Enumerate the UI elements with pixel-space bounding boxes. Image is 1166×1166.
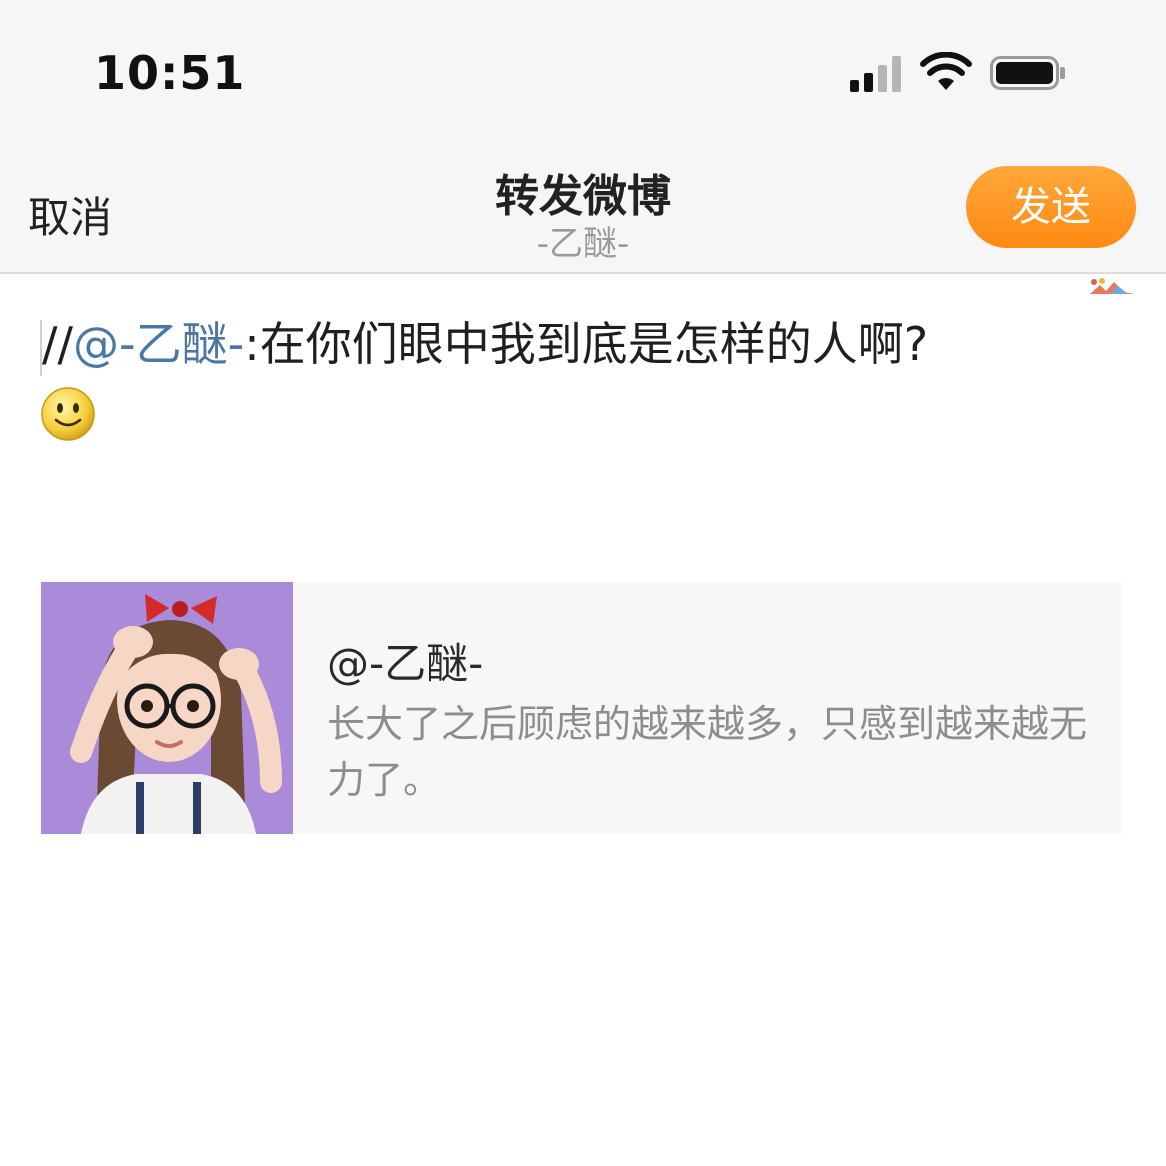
signal-icon	[850, 56, 906, 92]
quoted-post-card[interactable]: @-乙醚- 长大了之后顾虑的越来越多，只感到越来越无力了。	[41, 582, 1121, 834]
compose-prefix: //	[42, 317, 73, 371]
sticker-icon	[1090, 278, 1134, 294]
top-bar: 10:51 取消 转发微博 -乙醚- 发送	[0, 0, 1166, 274]
status-time: 10:51	[94, 46, 246, 100]
quoted-post-text: 长大了之后顾虑的越来越多，只感到越来越无力了。	[327, 702, 1088, 802]
wifi-icon	[920, 52, 972, 90]
compose-text: :在你们眼中我到底是怎样的人啊?	[244, 317, 929, 371]
mention-link[interactable]: @-乙醚-	[73, 317, 244, 371]
quoted-post-author: @-乙醚-	[327, 639, 484, 688]
compose-text-area[interactable]: //@-乙醚-:在你们眼中我到底是怎样的人啊?	[40, 310, 1130, 442]
avatar	[41, 582, 293, 834]
smiley-icon	[41, 387, 95, 441]
battery-icon	[990, 56, 1065, 90]
send-button[interactable]: 发送	[966, 166, 1136, 248]
